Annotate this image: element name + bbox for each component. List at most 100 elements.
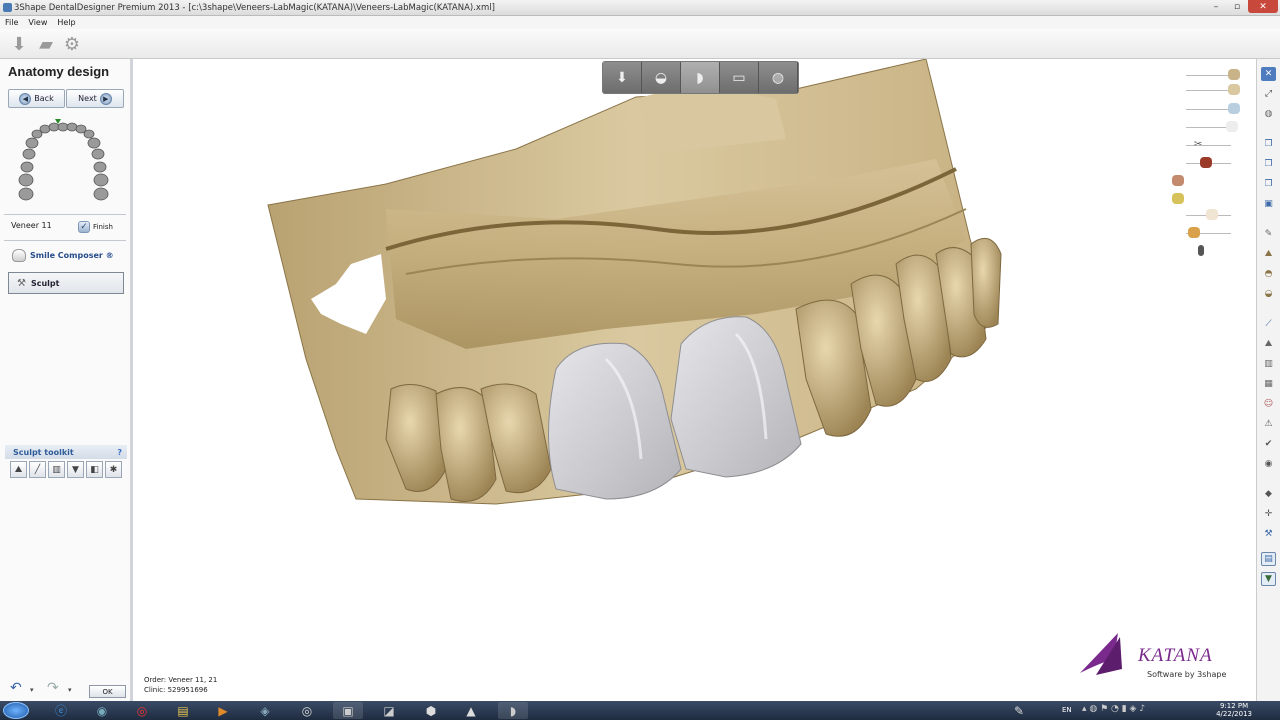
add-material-tool-icon[interactable]: ⛰	[10, 461, 27, 478]
chrome-icon[interactable]: ◎	[127, 702, 157, 719]
start-button[interactable]	[3, 702, 29, 719]
box-icon[interactable]: ▦	[1261, 377, 1276, 391]
right-toolbar: ✕ ⤢ ◍ ❐ ❐ ❐ ▣ ✎ ⛰ ◓ ◒ ⟋ ⛰ ▥ ▦ ☺ ⚠ ✔ ◉ ◆ …	[1256, 59, 1280, 701]
save-icon[interactable]: ▰	[35, 33, 57, 55]
clinic-line: Clinic: 529951696	[144, 686, 208, 694]
maximize-button[interactable]: ▫	[1227, 0, 1247, 13]
section-icon[interactable]: ▥	[1261, 357, 1276, 371]
media-player-icon[interactable]: ▶	[208, 702, 238, 719]
explorer-icon[interactable]: ▤	[168, 702, 198, 719]
menu-view[interactable]: View	[28, 18, 47, 27]
app-window-icon[interactable]: ▣	[333, 702, 363, 719]
tooth-check-icon[interactable]: ▼	[1261, 572, 1276, 586]
slider-cut[interactable]: ✂	[1178, 139, 1240, 151]
pen-tray-icon[interactable]: ✎	[1004, 702, 1034, 719]
language-indicator[interactable]: EN	[1062, 706, 1072, 714]
check-icon[interactable]: ✔	[1261, 437, 1276, 451]
undo-icon[interactable]: ↶	[10, 680, 22, 696]
duplicate-icon[interactable]: ❐	[1261, 177, 1276, 191]
wax-tool-icon[interactable]: ▼	[67, 461, 84, 478]
scan-view-icon[interactable]: ▭	[720, 62, 759, 93]
tool-icon[interactable]: ⚒	[1261, 527, 1276, 541]
minimize-button[interactable]: –	[1206, 0, 1226, 13]
katana-swoosh-icon	[1080, 633, 1122, 675]
import-icon[interactable]: ⬇	[8, 33, 30, 55]
settings-icon[interactable]: ⚙	[61, 33, 83, 55]
photoshop-icon[interactable]: ◉	[87, 702, 117, 719]
next-button[interactable]: Next ▶	[66, 89, 124, 108]
morph-tool-icon[interactable]: ◧	[86, 461, 103, 478]
menu-file[interactable]: File	[5, 18, 18, 27]
slider-antagonist[interactable]	[1178, 84, 1240, 96]
redo-dropdown-icon[interactable]: ▾	[68, 686, 72, 694]
knife-tool-icon[interactable]: ╱	[29, 461, 46, 478]
anatomy-tool-icon[interactable]: ✱	[105, 461, 122, 478]
sculpt-label: Sculpt	[30, 278, 60, 288]
clock[interactable]: 9:12 PM 4/22/2013	[1216, 702, 1252, 718]
fullscreen-icon[interactable]: ⤢	[1261, 87, 1276, 101]
back-button[interactable]: ◀ Back	[8, 89, 65, 108]
veneer-label: Veneer 11	[11, 221, 52, 230]
crosshair-icon[interactable]: ✛	[1261, 507, 1276, 521]
checkmark-icon: ✓	[78, 221, 90, 233]
order-info: Order: Veneer 11, 21 Clinic: 529951696	[144, 675, 217, 695]
scan-icon[interactable]: ⛰	[1261, 337, 1276, 351]
camera-icon[interactable]: ◉	[1261, 457, 1276, 471]
left-panel: Anatomy design ◀ Back Next ▶ Veneer 11 ✓…	[0, 59, 133, 701]
page-title: Anatomy design	[8, 64, 110, 79]
tooth-view-icon[interactable]: ◗	[681, 62, 720, 93]
scanner-icon[interactable]: ◎	[292, 702, 322, 719]
next-arrow-icon: ▶	[99, 92, 112, 105]
measure-icon[interactable]: ⟋	[1261, 317, 1276, 331]
dental-system-icon[interactable]: ◈	[250, 702, 280, 719]
face-icon[interactable]: ☺	[1261, 397, 1276, 411]
gum-icon[interactable]: ◓	[1261, 267, 1276, 281]
help-icon[interactable]: ?	[117, 448, 122, 457]
slider-implant[interactable]	[1178, 245, 1240, 257]
slider-crown[interactable]	[1178, 227, 1240, 239]
close-button[interactable]: ✕	[1248, 0, 1278, 13]
ie-icon[interactable]: ⓔ	[46, 702, 76, 719]
main-toolbar: ⬇ ▰ ⚙	[0, 29, 1280, 59]
katana-app-icon[interactable]: ▲	[456, 702, 486, 719]
bite-view-icon[interactable]: ▤	[1261, 552, 1276, 566]
pen-icon[interactable]: ✎	[1261, 227, 1276, 241]
sculpt-toolkit-header[interactable]: Sculpt toolkit ?	[5, 445, 127, 459]
sculpt-button[interactable]: ⚒ Sculpt	[8, 272, 124, 294]
tray-icons[interactable]: ▴ ◍ ⚑ ◔ ▮ ◈ ♪	[1082, 704, 1145, 714]
finish-button[interactable]: ✓ Finish	[78, 221, 113, 233]
tooth-chart[interactable]	[8, 117, 126, 213]
paste-icon[interactable]: ❐	[1261, 157, 1276, 171]
slider-die[interactable]	[1178, 157, 1240, 169]
undo-dropdown-icon[interactable]: ▾	[30, 686, 34, 694]
view-toolbar: ⬇ ◒ ◗ ▭ ◍	[602, 61, 799, 94]
3d-viewport[interactable]: ⬇ ◒ ◗ ▭ ◍ ✂ Order: Veneer 11, 21 Clinic:…	[136, 59, 1256, 701]
ok-button[interactable]: OK	[89, 685, 126, 698]
katana-logo: KATANA Software by 3shape	[1078, 629, 1248, 689]
copy-icon[interactable]: ❐	[1261, 137, 1276, 151]
model-icon[interactable]: ⛰	[1261, 247, 1276, 261]
shield-icon[interactable]: ◆	[1261, 487, 1276, 501]
smooth-tool-icon[interactable]: ▥	[48, 461, 65, 478]
layers-icon[interactable]: ▣	[1261, 197, 1276, 211]
slider-veneer[interactable]	[1178, 103, 1240, 115]
slider-gingiva[interactable]	[1172, 175, 1240, 187]
dentaldesigner-task-icon[interactable]: ◗	[498, 702, 528, 719]
viewer-icon[interactable]: ◪	[374, 702, 404, 719]
dental-model-render[interactable]	[136, 59, 1256, 701]
close-panel-icon[interactable]: ✕	[1261, 67, 1276, 81]
redo-icon[interactable]: ↷	[47, 680, 59, 696]
cube-icon[interactable]: ⬢	[416, 702, 446, 719]
slider-wax[interactable]	[1172, 193, 1240, 205]
menu-help[interactable]: Help	[57, 18, 75, 27]
smile-composer-link[interactable]: Smile Composer ®	[12, 249, 114, 262]
rotate-view-icon[interactable]: ◍	[759, 62, 798, 93]
slider-ghost[interactable]	[1178, 121, 1240, 133]
slider-tooth[interactable]	[1178, 209, 1240, 221]
globe-icon[interactable]: ◍	[1261, 107, 1276, 121]
slider-model[interactable]	[1178, 69, 1240, 81]
warning-icon[interactable]: ⚠	[1261, 417, 1276, 431]
upper-jaw-view-icon[interactable]: ◒	[642, 62, 681, 93]
load-view-icon[interactable]: ⬇	[603, 62, 642, 93]
jaw-icon[interactable]: ◒	[1261, 287, 1276, 301]
